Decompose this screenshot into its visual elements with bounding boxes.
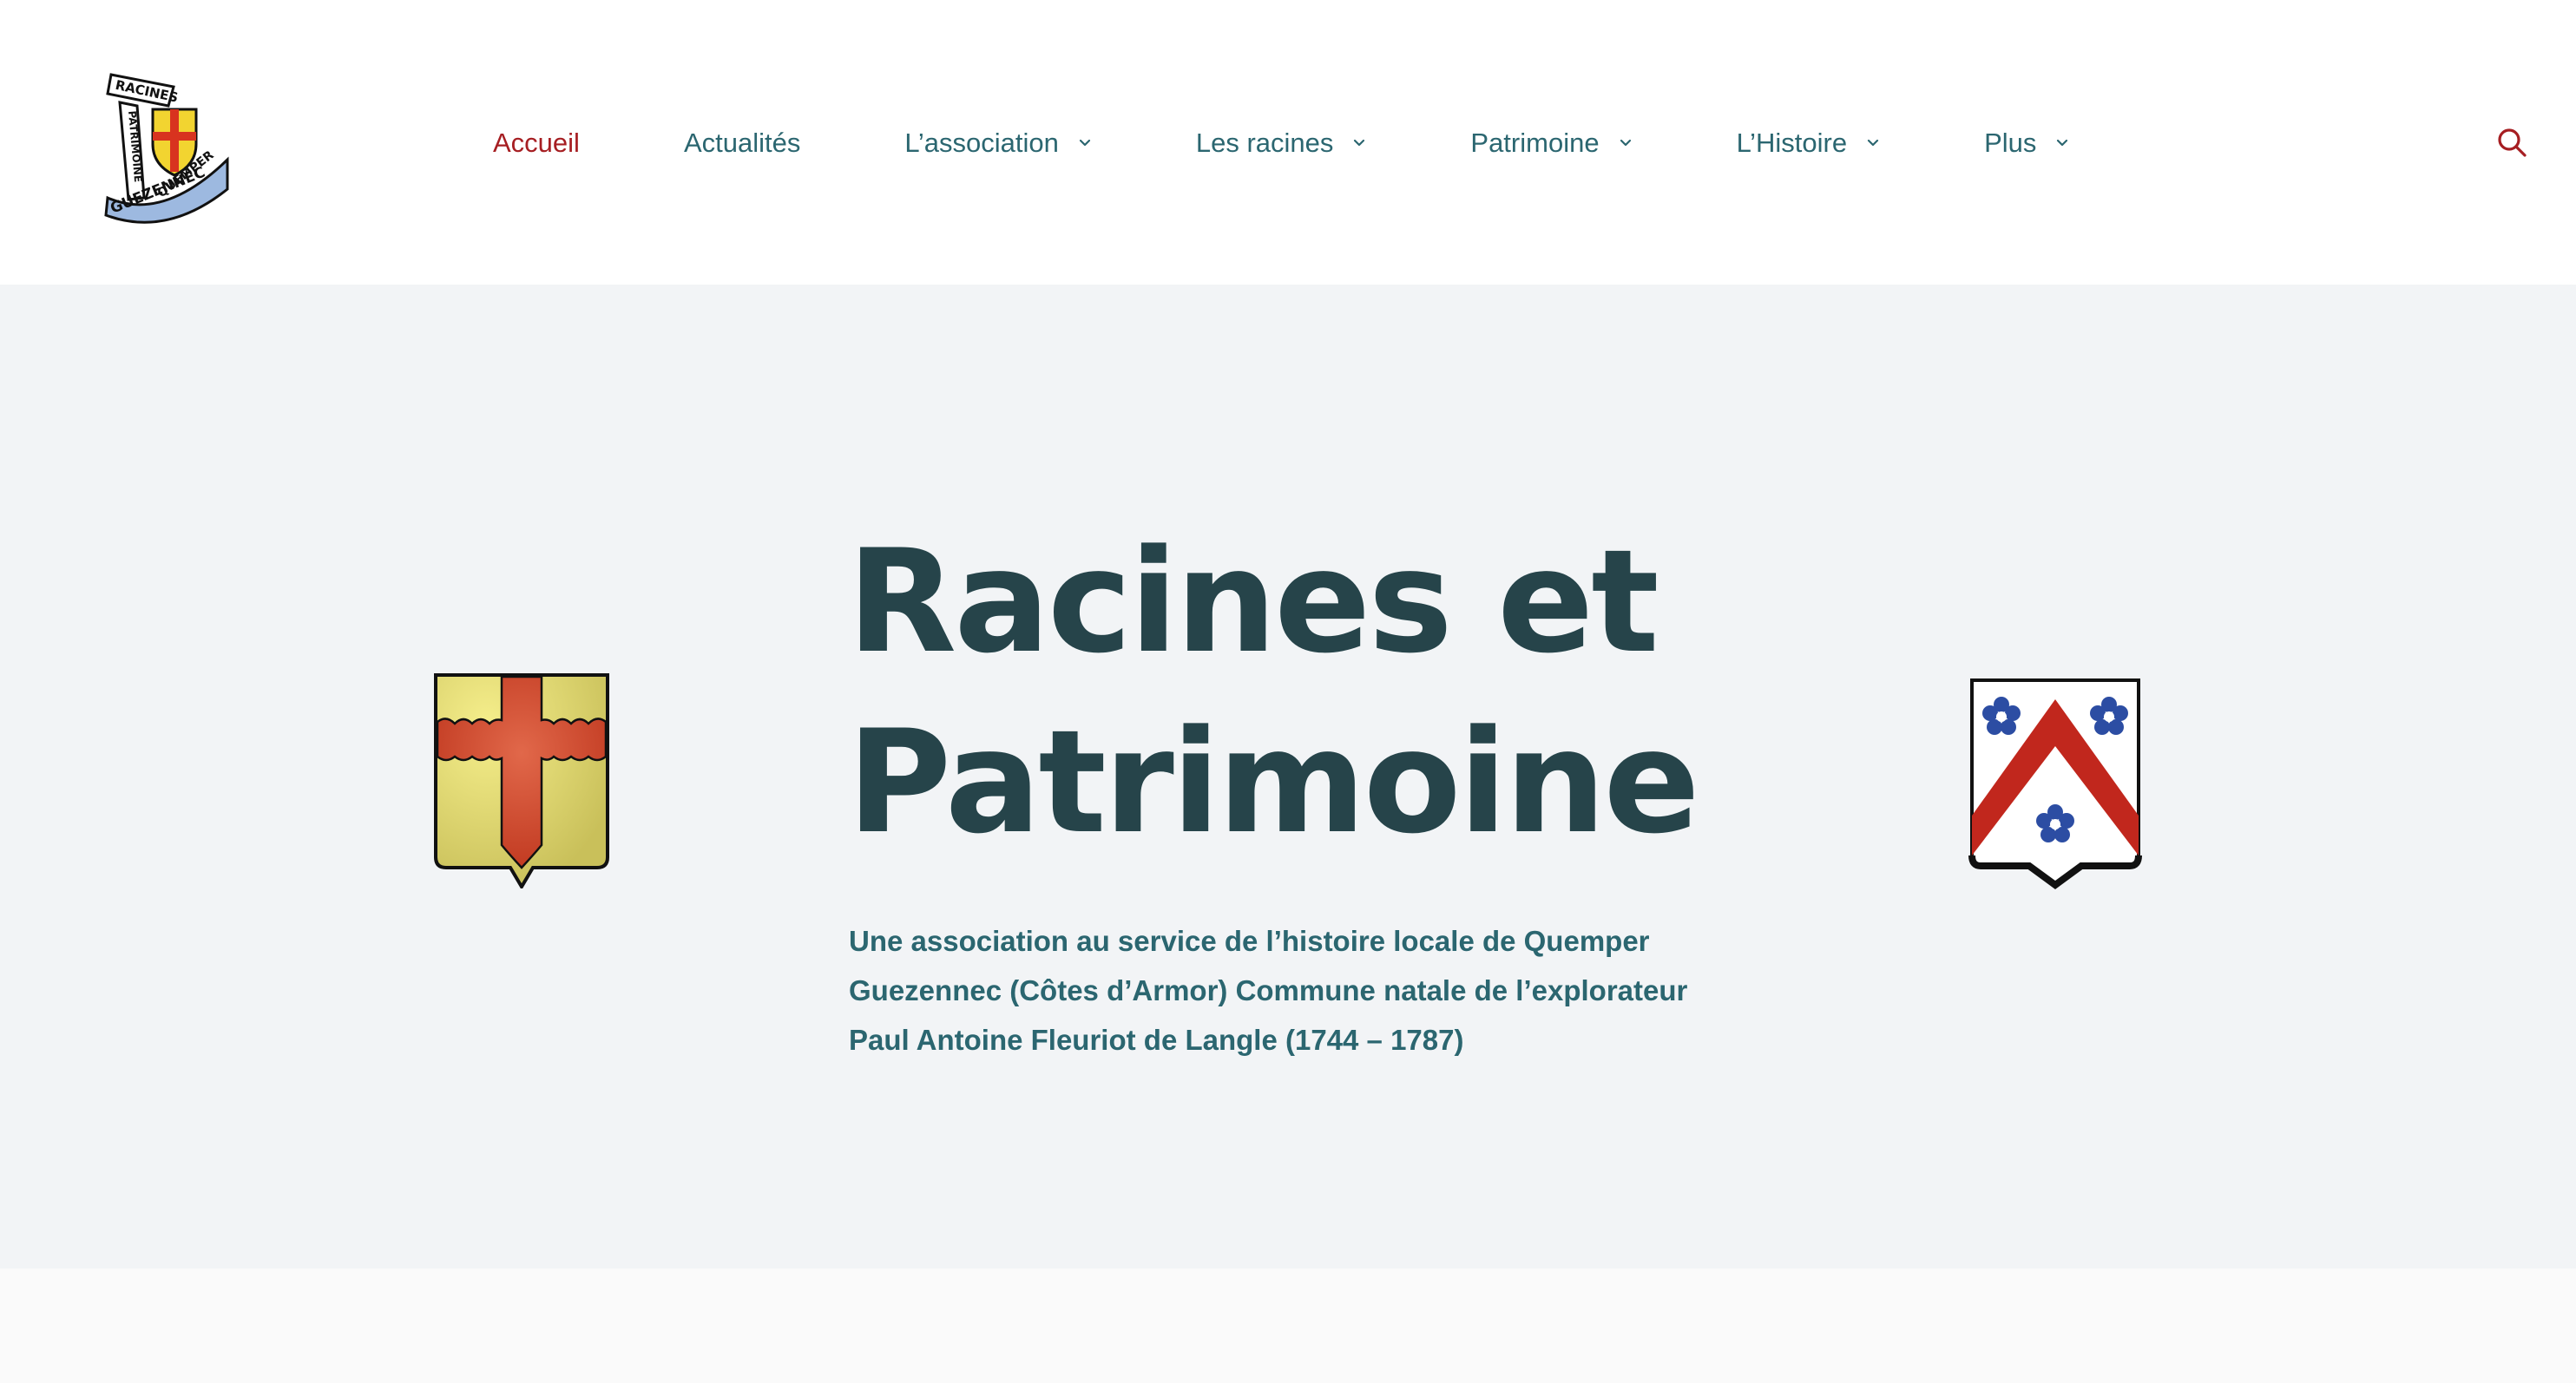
nav-item-l-association[interactable]: L’association xyxy=(904,128,1092,159)
hero-subtitle-line1: Une association au service de l’histoire… xyxy=(849,925,1650,957)
nav-item-label: Actualités xyxy=(683,128,801,158)
nav-item-label: L’association xyxy=(904,128,1059,158)
chevron-down-icon xyxy=(2057,139,2068,147)
nav-item-patrimoine[interactable]: Patrimoine xyxy=(1470,128,1632,159)
chevron-down-icon xyxy=(1620,139,1631,147)
search-icon[interactable] xyxy=(2496,127,2527,158)
hero-section: Racines et Patrimoine Une association au… xyxy=(0,285,2576,1268)
nav-item-l-histoire[interactable]: L’Histoire xyxy=(1737,128,1881,159)
nav-item-actualites[interactable]: Actualités xyxy=(684,128,800,159)
hero-title-line2: Patrimoine xyxy=(847,699,1700,865)
hero-subtitle-line2: Guezennec (Côtes d’Armor) Commune natale… xyxy=(849,974,1688,1006)
hero-subtitle-line3: Paul Antoine Fleuriot de Langle (1744 – … xyxy=(849,1024,1464,1056)
nav-item-les-racines[interactable]: Les racines xyxy=(1196,128,1367,159)
main-nav: Accueil Actualités L’association Les racine… xyxy=(493,121,2069,165)
site-header: RACINES PATRIMOINE QUEMPER GUEZENNEC Acc… xyxy=(0,0,2576,285)
nav-item-label: Les racines xyxy=(1195,128,1334,158)
crest-right-icon xyxy=(1968,678,2142,889)
nav-item-label: L’Histoire xyxy=(1736,128,1848,158)
chevron-down-icon xyxy=(1079,139,1090,147)
hero-subtitle: Une association au service de l’histoire… xyxy=(849,916,1751,1065)
chevron-down-icon xyxy=(1867,139,1879,147)
nav-item-label: Accueil xyxy=(493,128,580,158)
nav-item-label: Patrimoine xyxy=(1470,128,1600,158)
nav-item-plus[interactable]: Plus xyxy=(1984,128,2069,159)
crest-left-icon xyxy=(434,673,609,888)
chevron-down-icon xyxy=(1354,139,1365,147)
nav-item-accueil[interactable]: Accueil xyxy=(493,128,580,159)
hero-title: Racines et Patrimoine xyxy=(847,512,1889,873)
nav-item-label: Plus xyxy=(1984,128,2037,158)
site-logo[interactable]: RACINES PATRIMOINE QUEMPER GUEZENNEC xyxy=(102,68,233,224)
hero-title-line1: Racines et xyxy=(847,519,1659,685)
